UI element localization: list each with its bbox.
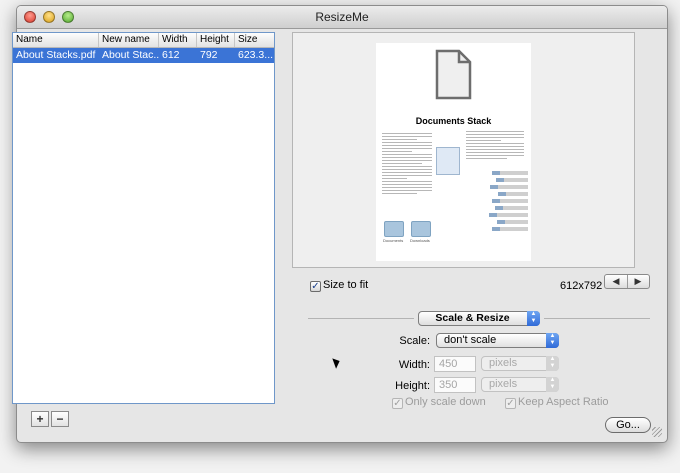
cell-height: 792: [200, 49, 218, 61]
separator-right: [544, 318, 650, 319]
stack-illustration: [486, 171, 528, 251]
next-page-button[interactable]: ▶: [627, 275, 649, 288]
cell-width: 612: [162, 49, 180, 61]
keep-aspect-ratio-label: Keep Aspect Ratio: [518, 396, 609, 408]
page-thumbnail: Documents Stack Documents Downloads: [376, 43, 531, 261]
file-table[interactable]: Name New name Width Height Size About St…: [12, 32, 275, 404]
popup-arrows-icon: ▲ ▼: [546, 333, 559, 348]
remove-file-button[interactable]: −: [51, 411, 69, 427]
title-bar[interactable]: ResizeMe: [17, 6, 667, 29]
table-row[interactable]: About Stacks.pdf About Stac... 612 792 6…: [13, 48, 274, 63]
column-header-width[interactable]: Width: [159, 33, 197, 47]
mode-popup[interactable]: Scale & Resize ▲ ▼: [418, 311, 540, 326]
popup-arrows-icon: ▲ ▼: [527, 311, 540, 326]
folder-label-documents: Documents: [383, 238, 404, 243]
size-to-fit-label: Size to fit: [323, 279, 369, 291]
column-header-size[interactable]: Size: [235, 33, 274, 47]
page-navigator: ◀ ▶: [604, 274, 650, 289]
only-scale-down-checkbox[interactable]: ✓: [392, 398, 403, 409]
height-label: Height:: [395, 380, 430, 392]
scale-select[interactable]: don't scale ▲ ▼: [436, 333, 559, 348]
downloads-folder-icon: [411, 221, 431, 237]
keep-aspect-ratio-checkbox[interactable]: ✓: [505, 398, 516, 409]
document-title: Documents Stack: [415, 116, 492, 126]
screenshot-thumbnail: [436, 147, 460, 175]
scale-select-value: don't scale: [444, 334, 497, 346]
popup-arrows-icon: ▲ ▼: [546, 356, 559, 371]
window-title: ResizeMe: [315, 10, 369, 24]
width-field[interactable]: 450: [434, 356, 476, 372]
width-unit-value: pixels: [489, 357, 518, 369]
cell-name: About Stacks.pdf: [16, 49, 96, 61]
resize-grip-icon[interactable]: [652, 427, 662, 437]
text-column-left: [382, 133, 432, 196]
add-file-button[interactable]: +: [31, 411, 49, 427]
cell-size: 623.3...: [238, 49, 274, 61]
column-header-new-name[interactable]: New name: [99, 33, 159, 47]
height-field[interactable]: 350: [434, 377, 476, 393]
height-unit-value: pixels: [489, 378, 518, 390]
only-scale-down-label: Only scale down: [405, 396, 486, 408]
documents-folder-icon: [384, 221, 404, 237]
document-icon: [435, 49, 472, 100]
preview-pane: Documents Stack Documents Downloads: [292, 32, 635, 268]
table-header: Name New name Width Height Size: [13, 33, 274, 48]
width-label: Width:: [398, 359, 430, 371]
separator-left: [308, 318, 414, 319]
scale-label: Scale:: [399, 335, 430, 347]
mode-popup-value: Scale & Resize: [435, 312, 510, 324]
previous-page-button[interactable]: ◀: [605, 275, 628, 288]
text-column-right: [466, 131, 524, 161]
folder-label-downloads: Downloads: [410, 238, 430, 243]
go-button[interactable]: Go...: [605, 417, 651, 433]
column-header-name[interactable]: Name: [13, 33, 99, 47]
column-header-height[interactable]: Height: [197, 33, 235, 47]
page-dimensions: 612x792: [560, 280, 603, 292]
popup-arrows-icon: ▲ ▼: [546, 377, 559, 392]
cell-new-name: About Stac...: [102, 49, 159, 61]
height-unit-select[interactable]: pixels ▲ ▼: [481, 377, 559, 392]
width-unit-select[interactable]: pixels ▲ ▼: [481, 356, 559, 371]
size-to-fit-checkbox[interactable]: ✓: [310, 281, 321, 292]
